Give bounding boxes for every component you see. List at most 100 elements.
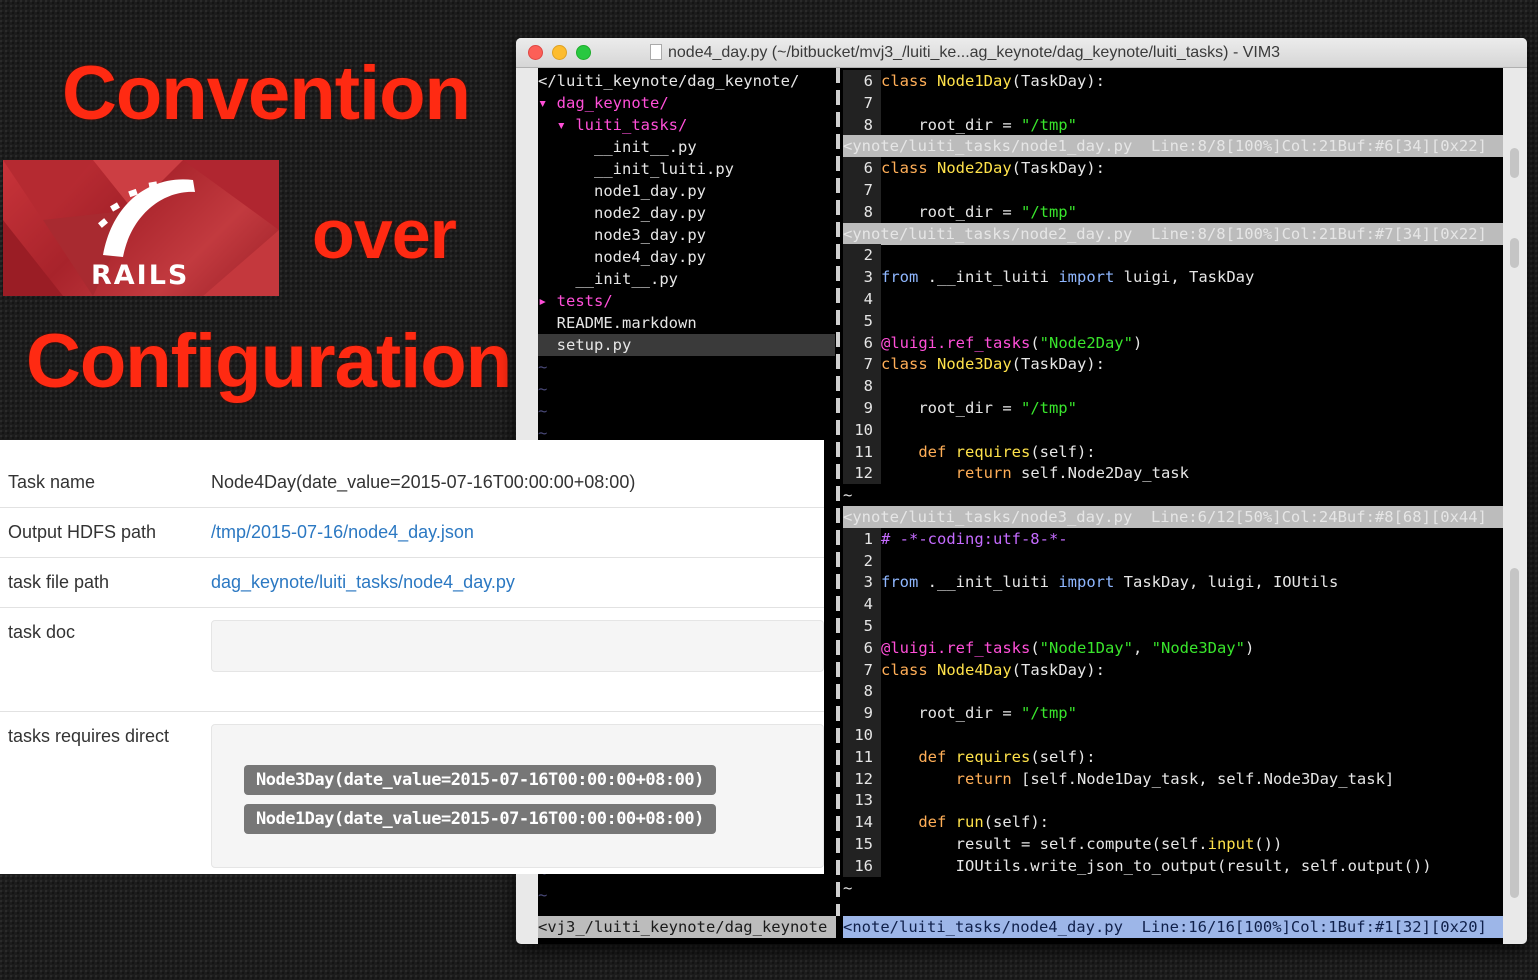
code-line[interactable]: 16 IOUtils.write_json_to_output(result, … <box>843 854 1503 877</box>
task-file-link[interactable]: dag_keynote/luiti_tasks/node4_day.py <box>211 572 515 593</box>
tree-item-label: dag_keynote/ <box>556 94 669 112</box>
code-panes[interactable]: 6 class Node1Day(TaskDay): 7 8 root_dir = "… <box>843 68 1503 916</box>
code-token: . <box>927 268 938 287</box>
chevron-down-icon[interactable]: ▾ <box>538 94 557 112</box>
code-token: ) <box>1244 638 1255 657</box>
tree-file-item[interactable]: __init_luiti.py <box>538 158 835 180</box>
code-line[interactable]: 7 <box>843 179 1503 201</box>
code-line[interactable]: 5 <box>843 309 1503 332</box>
code-line[interactable]: 8 root_dir = "/tmp" <box>843 113 1503 136</box>
rails-logo-text: RAILS <box>91 260 190 291</box>
maximize-window-button[interactable] <box>576 45 591 60</box>
code-line[interactable]: 13 <box>843 789 1503 812</box>
code-line[interactable]: 8 <box>843 375 1503 398</box>
code-line[interactable]: 3 from .__init_luiti import luigi, TaskDa… <box>843 266 1503 289</box>
line-number: 15 <box>843 833 881 855</box>
line-number: 6 <box>843 331 881 354</box>
tree-file-item[interactable]: README.markdown <box>538 312 835 334</box>
code-line[interactable]: 4 <box>843 593 1503 616</box>
tree-dir-item[interactable]: ▾ luiti_tasks/ <box>538 114 835 136</box>
empty-line-marker: ~ <box>843 878 853 897</box>
code-line[interactable]: 12 return self.Node2Day_task <box>843 462 1503 485</box>
code-line[interactable]: 8 <box>843 680 1503 703</box>
code-token: root_dir = <box>881 115 1021 134</box>
task-doc-box <box>211 620 824 672</box>
code-line[interactable]: 11 def requires(self): <box>843 745 1503 768</box>
line-number: 5 <box>843 615 881 637</box>
task-info-panel: Task name Node4Day(date_value=2015-07-16… <box>0 440 824 874</box>
line-number: 11 <box>843 440 881 463</box>
tree-file-item[interactable]: node2_day.py <box>538 202 835 224</box>
code-token: . <box>927 573 938 592</box>
code-line[interactable]: 14 def run(self): <box>843 811 1503 834</box>
code-line[interactable]: 2 <box>843 244 1503 267</box>
line-number: 11 <box>843 745 881 768</box>
code-line[interactable]: 6 @luigi.ref_tasks("Node1Day", "Node3Day"… <box>843 636 1503 659</box>
code-token: def <box>881 813 956 832</box>
buffer-status-line: <ynote/luiti_tasks/node3_day.py Line:6/1… <box>843 506 1503 528</box>
code-token: (TaskDay): <box>1011 159 1105 178</box>
code-token: "Node3Day" <box>1151 638 1245 657</box>
code-line[interactable]: 8 root_dir = "/tmp" <box>843 200 1503 223</box>
code-token: (self): <box>1030 442 1096 461</box>
code-token: (TaskDay): <box>1011 660 1105 679</box>
tree-dir-item[interactable]: ▾ dag_keynote/ <box>538 92 835 114</box>
vim-scrollbar[interactable] <box>1507 78 1521 928</box>
code-line[interactable]: 7 class Node3Day(TaskDay): <box>843 353 1503 376</box>
code-token: class <box>881 355 937 374</box>
requires-badge-node3day[interactable]: Node3Day(date_value=2015-07-16T00:00:00+… <box>244 765 716 795</box>
code-line[interactable]: 1 # -*-coding:utf-8-*- <box>843 527 1503 550</box>
window-titlebar[interactable]: node4_day.py (~/bitbucket/mvj3_/luiti_ke… <box>516 38 1527 68</box>
code-line[interactable]: 6 class Node1Day(TaskDay): <box>843 70 1503 92</box>
buffer-status-line: <ynote/luiti_tasks/node2_day.py Line:8/8… <box>843 222 1503 245</box>
line-number: 13 <box>843 789 881 812</box>
task-file-label: task file path <box>8 572 110 592</box>
output-path-row: Output HDFS path /tmp/2015-07-16/node4_d… <box>0 508 824 558</box>
code-line[interactable]: 4 <box>843 288 1503 310</box>
code-line[interactable]: 5 <box>843 615 1503 637</box>
line-number: 7 <box>843 658 881 681</box>
task-name-value: Node4Day(date_value=2015-07-16T00:00:00+… <box>211 472 636 492</box>
chevron-down-icon[interactable]: ▾ <box>557 116 576 134</box>
close-window-button[interactable] <box>528 45 543 60</box>
code-token: input <box>1207 835 1255 853</box>
code-line[interactable]: 10 <box>843 418 1503 441</box>
code-line[interactable]: 7 class Node4Day(TaskDay): <box>843 658 1503 681</box>
code-line[interactable]: 7 <box>843 91 1503 114</box>
tree-item-label: __init_luiti.py <box>594 160 734 178</box>
tree-file-item[interactable]: node3_day.py <box>538 224 835 246</box>
requires-badge-node1day[interactable]: Node1Day(date_value=2015-07-16T00:00:00+… <box>244 804 716 834</box>
line-number: 7 <box>843 179 881 201</box>
code-line[interactable]: 9 root_dir = "/tmp" <box>843 702 1503 725</box>
code-line[interactable]: 15 result = self.compute(self.input()) <box>843 833 1503 855</box>
task-file-row: task file path dag_keynote/luiti_tasks/n… <box>0 558 824 608</box>
code-line[interactable]: 9 root_dir = "/tmp" <box>843 397 1503 419</box>
window-title: node4_day.py (~/bitbucket/mvj3_/luiti_ke… <box>668 44 1281 61</box>
code-line[interactable]: 3 from .__init_luiti import TaskDay, luig… <box>843 571 1503 594</box>
tree-file-item[interactable]: __init__.py <box>538 268 835 290</box>
tree-file-item[interactable]: node1_day.py <box>538 180 835 202</box>
code-line[interactable]: 6 @luigi.ref_tasks("Node2Day") <box>843 331 1503 354</box>
chevron-right-icon[interactable]: ▸ <box>538 292 557 310</box>
tree-file-item[interactable]: node4_day.py <box>538 246 835 268</box>
code-token: run <box>955 813 984 832</box>
code-token: class <box>881 72 937 90</box>
rails-logo: RAILS <box>3 160 279 296</box>
code-token: @luigi.ref_tasks <box>881 333 1031 352</box>
minimize-window-button[interactable] <box>552 45 567 60</box>
active-buffer-status-line: <note/luiti_tasks/node4_day.py Line:16/1… <box>843 916 1503 938</box>
code-line[interactable]: 10 <box>843 724 1503 746</box>
tree-dir-item[interactable]: ▸ tests/ <box>538 290 835 312</box>
code-line[interactable]: 12 return [self.Node1Day_task, self.Node… <box>843 767 1503 790</box>
line-number: 9 <box>843 702 881 725</box>
task-doc-label: task doc <box>8 622 76 642</box>
tree-file-item[interactable]: setup.py <box>538 334 835 356</box>
code-line[interactable]: 6 class Node2Day(TaskDay): <box>843 157 1503 180</box>
tree-root-path[interactable]: </luiti_keynote/dag_keynote/ <box>538 70 835 92</box>
code-token: TaskDay, luigi, IOUtils <box>1123 573 1339 592</box>
output-path-link[interactable]: /tmp/2015-07-16/node4_day.json <box>211 522 474 543</box>
code-line[interactable]: 11 def requires(self): <box>843 440 1503 463</box>
vertical-split-divider[interactable] <box>836 68 840 916</box>
tree-file-item[interactable]: __init__.py <box>538 136 835 158</box>
code-line[interactable]: 2 <box>843 549 1503 572</box>
